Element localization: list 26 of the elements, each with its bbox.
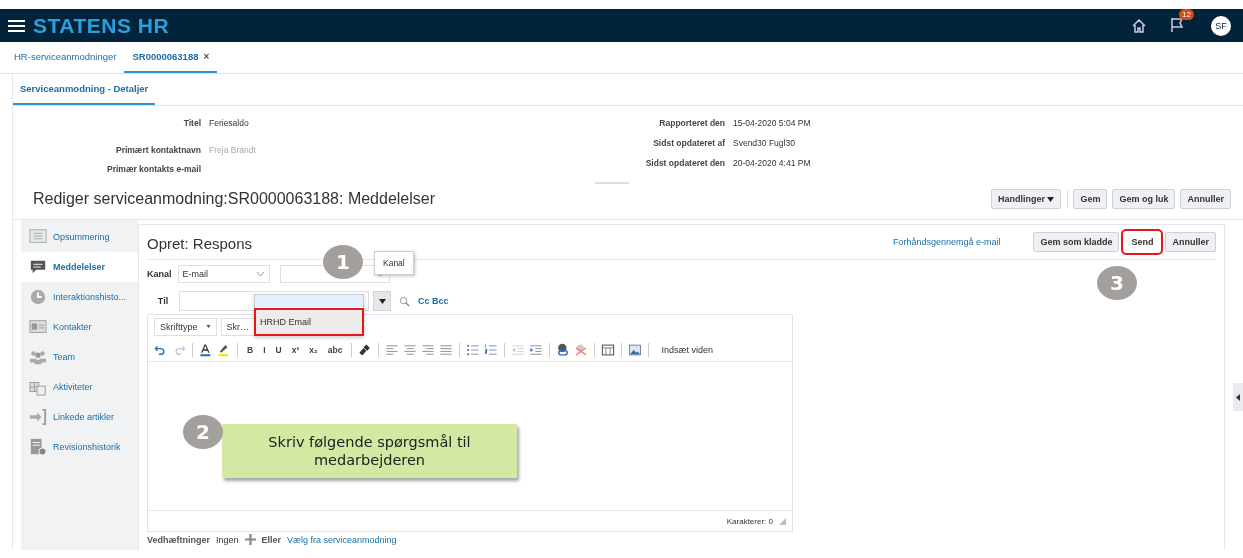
instruction-tooltip: Skriv følgende spørgsmål til medarbejderen: [222, 424, 517, 478]
field-label: Sidst opdateret den: [644, 158, 725, 168]
or-label: Eller: [261, 534, 282, 545]
field-value: 20-04-2020 4:41 PM: [733, 158, 811, 168]
field-value: Svend30 Fugl30: [733, 138, 796, 148]
field-value: 15-04-2020 5:04 PM: [733, 118, 811, 128]
field-label: Titel: [182, 118, 201, 130]
channel-label: Kanal: [147, 269, 172, 279]
app-title: STATENS HR: [33, 13, 171, 38]
notification-count: 12: [1179, 8, 1194, 20]
field-value: Feriesaldo: [209, 118, 250, 130]
attachments-value: Ingen: [216, 534, 239, 545]
attachments-label: Vedhæftninger: [147, 534, 210, 545]
compose-title: Opret: Respons: [147, 234, 254, 252]
to-label: Til: [156, 296, 170, 306]
page-title: Rediger serviceanmodning:SR0000063188: Meddelelser: [33, 190, 437, 208]
tooltip: Kanal: [374, 251, 414, 275]
field-label: Rapporteret den: [658, 118, 725, 128]
field-label: Primær kontakts e-mail: [106, 164, 201, 174]
field-label: Primært kontaktnavn: [114, 145, 201, 157]
step-number-tooltip: 3: [1097, 266, 1137, 300]
field-value: Freja Brandt: [209, 145, 257, 157]
step-number-tooltip: 1: [323, 245, 363, 279]
character-count: Karakterer: 0: [726, 516, 773, 526]
step-number-tooltip: 2: [183, 415, 223, 449]
field-label: Sidst opdateret af: [652, 138, 725, 148]
